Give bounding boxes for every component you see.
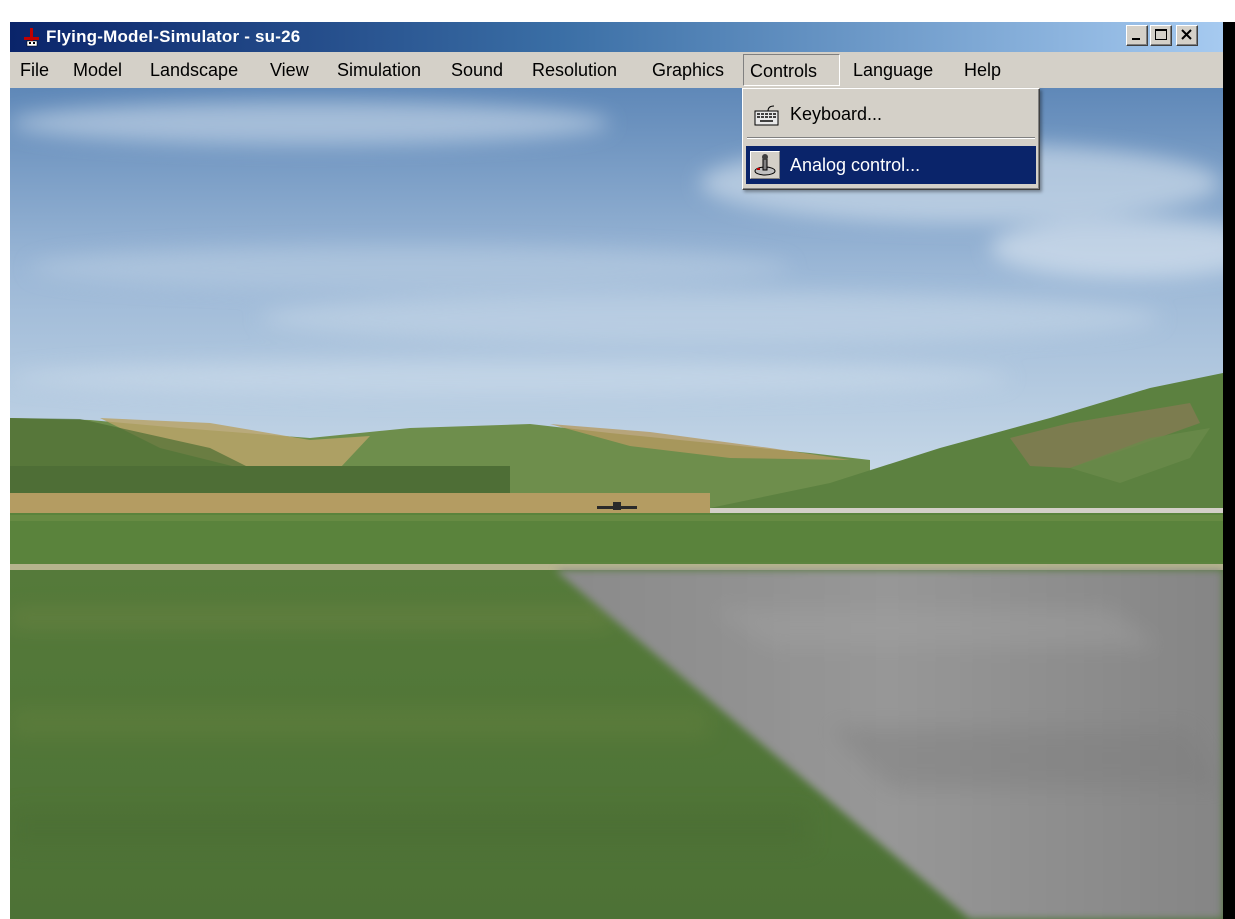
menu-bar: File Model Landscape View Simulation Sou… [10, 54, 1223, 88]
maximize-button[interactable] [1150, 25, 1172, 46]
menuitem-keyboard-label: Keyboard... [790, 104, 883, 124]
menu-model[interactable]: Model [67, 54, 128, 86]
menu-sound[interactable]: Sound [445, 54, 509, 86]
joystick-icon [750, 151, 780, 179]
3d-viewport[interactable] [10, 88, 1223, 919]
title-bar[interactable]: Flying-Model-Simulator - su-26 [10, 22, 1223, 52]
menu-landscape[interactable]: Landscape [144, 54, 244, 86]
close-button[interactable] [1176, 25, 1198, 46]
menu-simulation[interactable]: Simulation [331, 54, 427, 86]
menu-language[interactable]: Language [847, 54, 939, 86]
menu-controls[interactable]: Controls [743, 54, 840, 86]
menu-view[interactable]: View [264, 54, 315, 86]
keyboard-icon [754, 103, 780, 127]
menu-graphics[interactable]: Graphics [646, 54, 730, 86]
screen-edge [1223, 22, 1235, 919]
menu-separator [747, 137, 1035, 139]
simulator-window: Flying-Model-Simulator - su-26 File Mode… [10, 22, 1223, 919]
menuitem-analog-control-label: Analog control... [790, 155, 921, 175]
minimize-button[interactable] [1126, 25, 1148, 46]
window-title: Flying-Model-Simulator - su-26 [46, 27, 301, 46]
menu-help[interactable]: Help [958, 54, 1007, 86]
menu-file[interactable]: File [14, 54, 55, 86]
controls-dropdown-menu: Keyboard... Analog control... [742, 88, 1040, 190]
menu-resolution[interactable]: Resolution [526, 54, 623, 86]
menuitem-keyboard[interactable]: Keyboard... [746, 95, 1036, 133]
app-icon [22, 27, 42, 47]
menuitem-analog-control[interactable]: Analog control... [746, 146, 1036, 184]
